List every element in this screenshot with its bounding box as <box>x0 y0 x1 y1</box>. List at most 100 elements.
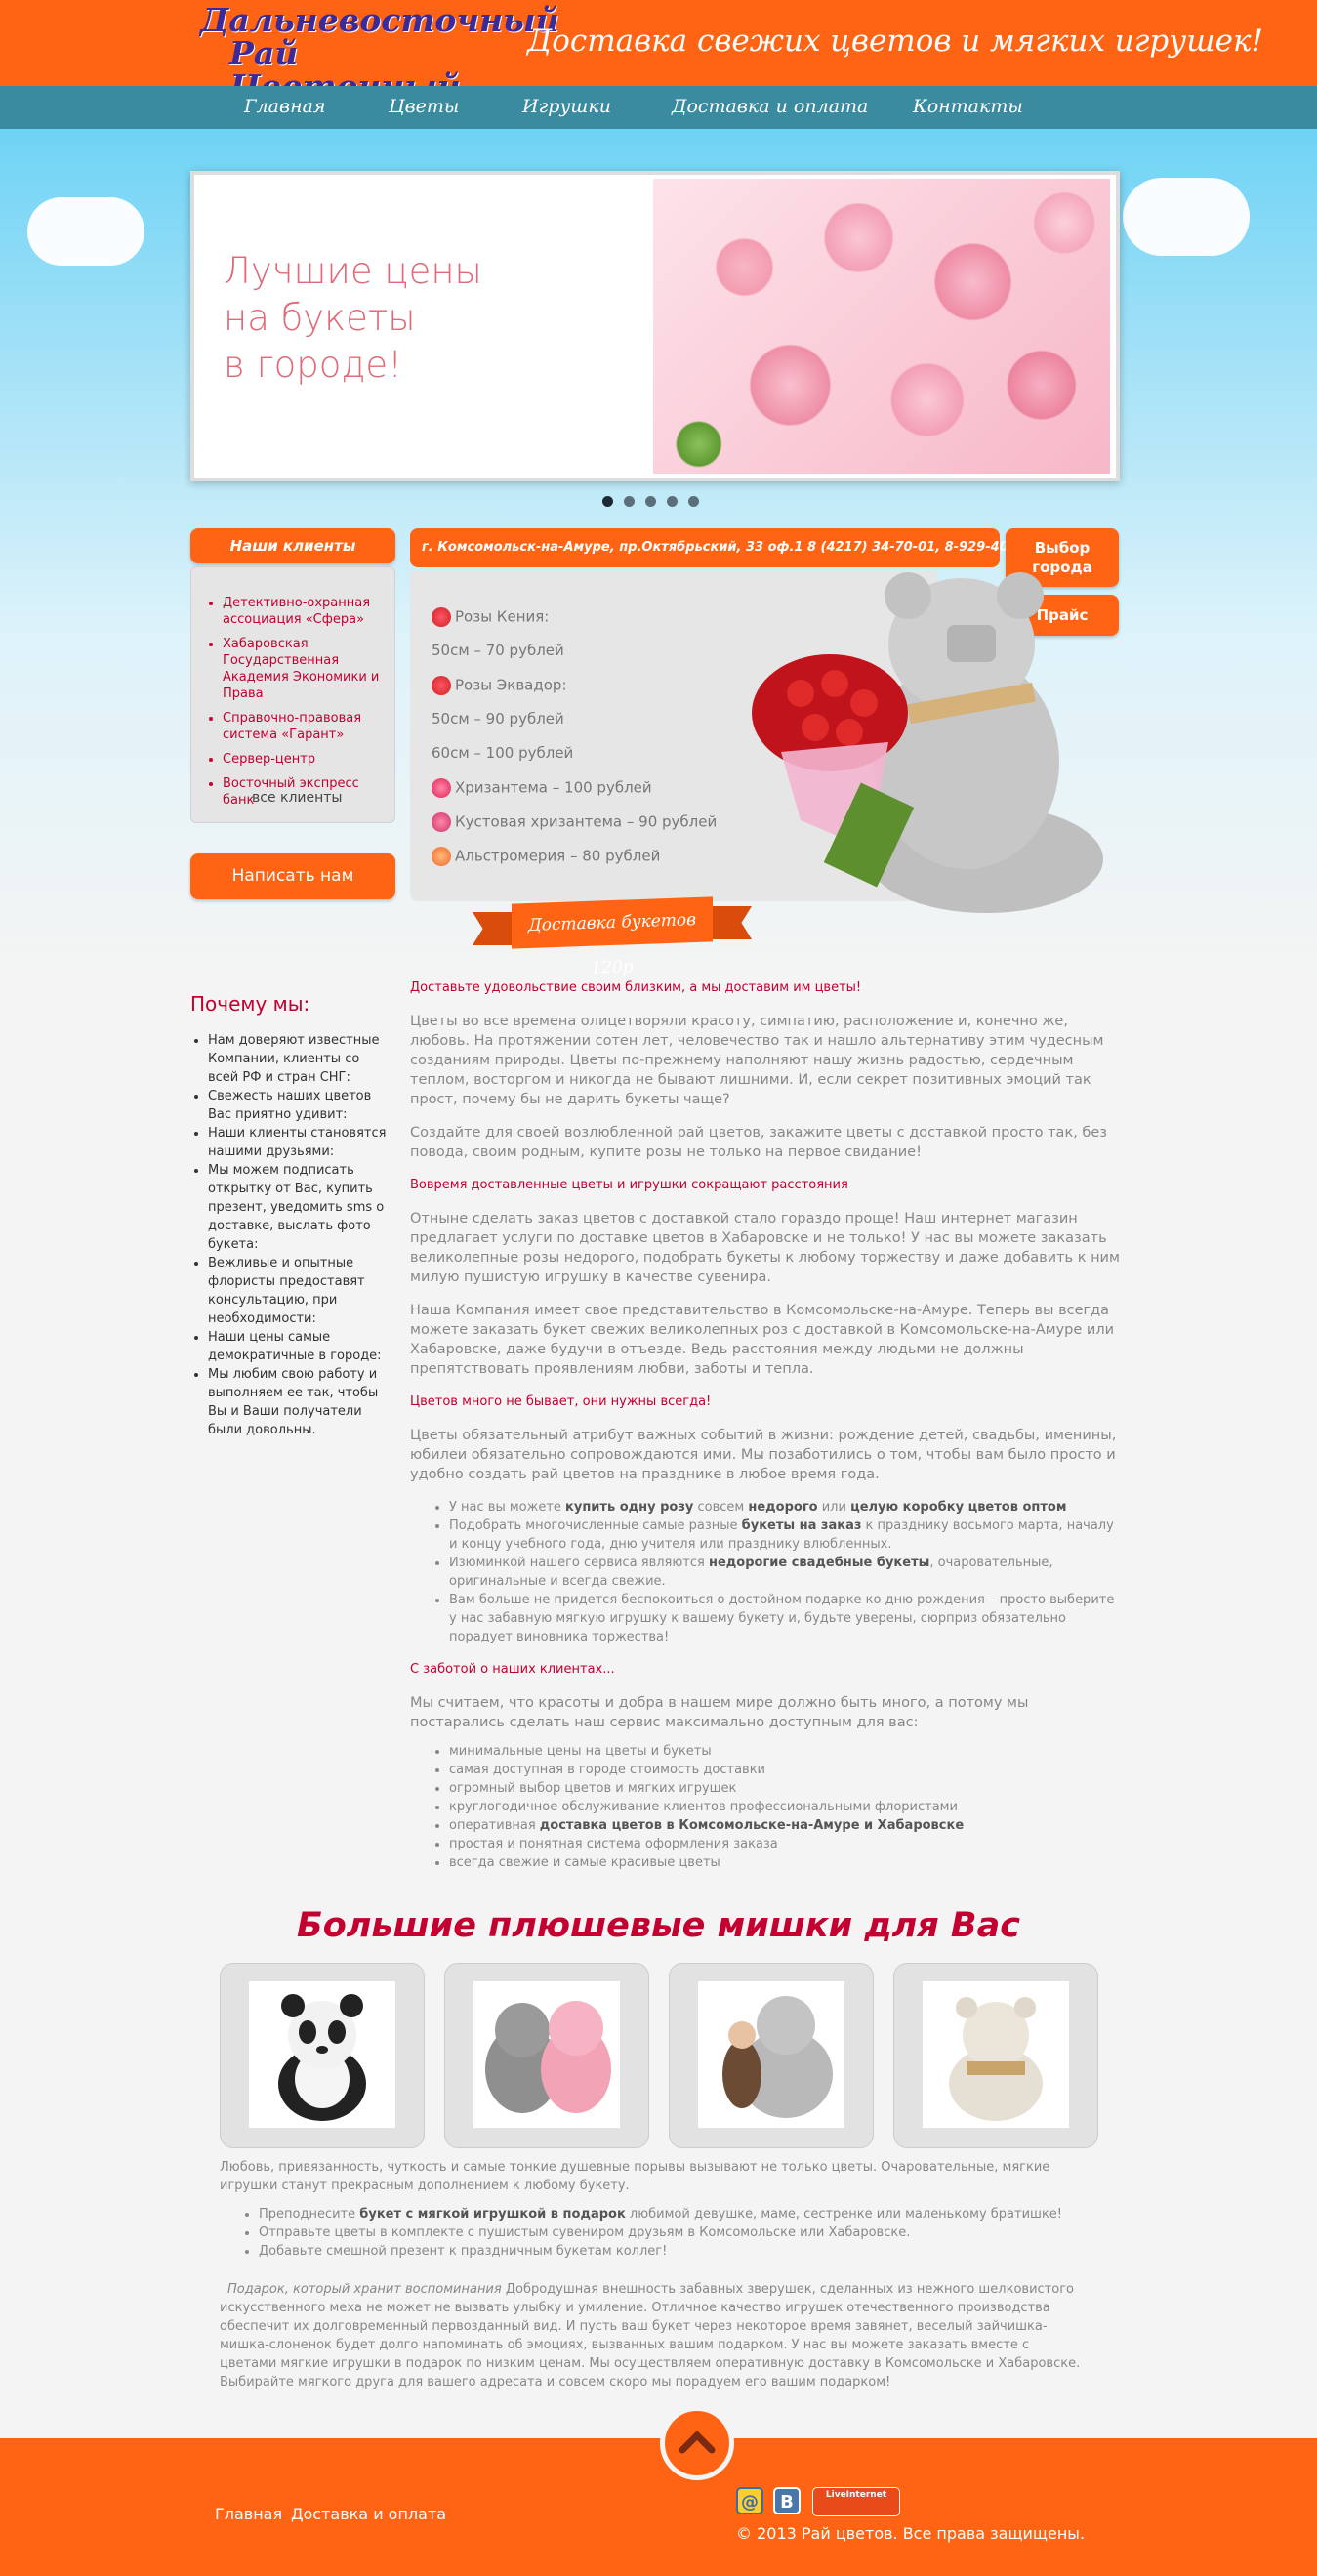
footer-link-delivery[interactable]: Доставка и оплата <box>291 2505 446 2523</box>
list-item: Свежесть наших цветов Вас приятно удивит… <box>208 1087 391 1124</box>
mail-ru-icon[interactable]: @ <box>736 2487 763 2514</box>
bear-with-child-image <box>698 1981 844 2128</box>
slider-dot[interactable] <box>602 496 613 507</box>
paragraph: Создайте для своей возлюбленной рай цвет… <box>410 1125 1107 1160</box>
list-item: Мы любим свою работу и выполняем ее так,… <box>208 1365 391 1439</box>
clients-title: Наши клиенты <box>190 528 395 563</box>
section-heading: С заботой о наших клиентах... <box>410 1662 615 1677</box>
price-row: 60см – 100 рублей <box>432 744 574 762</box>
main-nav: Главная Цветы Игрушки Доставка и оплата … <box>0 86 1317 129</box>
paragraph: Отныне сделать заказ цветов с доставкой … <box>410 1211 1120 1285</box>
all-clients-link[interactable]: все клиенты <box>252 790 343 806</box>
delivery-ribbon: Доставка букетов 120р <box>473 896 752 978</box>
clients-box: Детективно-охранная ассоциация «Сфера» Х… <box>190 566 395 823</box>
slider-dot[interactable] <box>645 496 656 507</box>
paragraph: Цветы обязательный атрибут важных событи… <box>410 1428 1117 1482</box>
list-item: Подобрать многочисленные самые разные бу… <box>449 1517 1123 1554</box>
list-item: оперативная доставка цветов в Комсомольс… <box>449 1816 1123 1835</box>
price-row: Альстромерия – 80 рублей <box>432 847 660 866</box>
rose-icon <box>432 607 451 627</box>
bears-title: Большие плюшевые мишки для Вас <box>297 1906 1020 1945</box>
client-link[interactable]: Сервер-центр <box>223 751 394 768</box>
client-link[interactable]: Справочно-правовая система «Гарант» <box>223 710 394 743</box>
price-row: 50см – 90 рублей <box>432 710 564 727</box>
teddy-bear-image <box>752 572 1103 913</box>
slider-caption: Лучшие цены на букеты в городе! <box>224 250 482 386</box>
toy-card-bear-with-child[interactable] <box>669 1963 874 2148</box>
client-link[interactable]: Хабаровская Государственная Академия Эко… <box>223 636 394 702</box>
list-item: Изюминкой нашего сервиса являются недоро… <box>449 1554 1123 1591</box>
chevron-up-icon <box>679 2431 716 2454</box>
nav-flowers[interactable]: Цветы <box>389 96 459 117</box>
chrysanthemum-icon <box>432 778 451 798</box>
list-item: самая доступная в городе стоимость доста… <box>449 1761 1123 1779</box>
nav-toys[interactable]: Игрушки <box>522 96 611 117</box>
liveinternet-counter[interactable]: LiveInternet <box>812 2487 900 2516</box>
price-row: Кустовая хризантема – 90 рублей <box>432 812 717 832</box>
paragraph: Мы считаем, что красоты и добра в нашем … <box>410 1695 1029 1730</box>
service-list: минимальные цены на цветы и букеты самая… <box>410 1742 1123 1872</box>
list-item: У нас вы можете купить одну розу совсем … <box>449 1498 1123 1517</box>
alstroemeria-icon <box>432 847 451 866</box>
slider-dot[interactable] <box>624 496 635 507</box>
paragraph: Любовь, привязанность, чуткость и самые … <box>220 2160 1050 2193</box>
list-item: всегда свежие и самые красивые цветы <box>449 1853 1123 1872</box>
list-item: Мы можем подписать открытку от Вас, купи… <box>208 1161 391 1254</box>
section-heading: Вовремя доставленные цветы и игрушки сок… <box>410 1178 848 1192</box>
list-item: минимальные цены на цветы и букеты <box>449 1742 1123 1761</box>
paragraph: Цветы во все времена олицетворяли красот… <box>410 1014 1104 1107</box>
ribbon-label: Доставка букетов 120р <box>512 896 713 978</box>
list-item: Нам доверяют известные Компании, клиенты… <box>208 1031 391 1087</box>
list-item: огромный выбор цветов и мягких игрушек <box>449 1779 1123 1798</box>
gift-list: Преподнесите букет с мягкой игрушкой в п… <box>220 2205 1089 2261</box>
site-logo[interactable]: Дальневосточный Рай Цветочный <box>200 1 559 104</box>
footer-link-home[interactable]: Главная <box>215 2505 282 2523</box>
benefits-list: У нас вы можете купить одну розу совсем … <box>410 1498 1123 1646</box>
section-heading: Цветов много не бывает, они нужны всегда… <box>410 1394 712 1409</box>
header: Дальневосточный Рай Цветочный Доставка с… <box>0 0 1317 104</box>
scroll-top-button[interactable] <box>660 2406 734 2480</box>
list-item: Добавьте смешной презент к праздничным б… <box>259 2242 1089 2261</box>
paragraph: Подарок, который хранит воспоминания Доб… <box>220 2282 1081 2389</box>
list-item: круглогодичное обслуживание клиентов про… <box>449 1798 1123 1816</box>
main-article: Доставьте удовольствие своим близким, а … <box>410 978 1123 1886</box>
toy-card-elephants[interactable] <box>444 1963 649 2148</box>
hero-slider[interactable]: Лучшие цены на букеты в городе! <box>190 171 1120 481</box>
slider-dot[interactable] <box>667 496 678 507</box>
list-item: простая и понятная система оформления за… <box>449 1835 1123 1853</box>
toy-card-panda[interactable] <box>220 1963 425 2148</box>
price-row: Хризантема – 100 рублей <box>432 778 652 798</box>
price-row: Розы Эквадор: <box>432 676 567 695</box>
chrysanthemum-icon <box>432 812 451 832</box>
why-us-title: Почему мы: <box>190 992 310 1016</box>
header-slogan: Доставка свежих цветов и мягких игрушек! <box>527 23 1263 59</box>
cloud-left <box>27 197 144 266</box>
elephants-image <box>473 1981 620 2128</box>
panda-image <box>249 1981 395 2128</box>
footer: Главная Доставка и оплата @ В LiveIntern… <box>0 2438 1317 2576</box>
slider-dots <box>602 492 710 511</box>
price-row: Розы Кения: <box>432 607 549 627</box>
vk-icon[interactable]: В <box>773 2487 801 2514</box>
rose-icon <box>432 676 451 695</box>
roses-image <box>653 179 1110 474</box>
list-item: Наши цены самые демократичные в городе: <box>208 1328 391 1365</box>
slider-dot[interactable] <box>688 496 699 507</box>
copyright: © 2013 Рай цветов. Все права защищены. <box>736 2524 1086 2543</box>
cloud-right <box>1123 178 1250 256</box>
nav-delivery[interactable]: Доставка и оплата <box>672 96 868 117</box>
white-bear-image <box>923 1981 1069 2128</box>
list-item: Вежливые и опытные флористы предоставят … <box>208 1254 391 1328</box>
toy-card-white-bear[interactable] <box>893 1963 1098 2148</box>
bottom-text: Любовь, привязанность, чуткость и самые … <box>220 2158 1089 2391</box>
nav-home[interactable]: Главная <box>244 96 326 117</box>
nav-contacts[interactable]: Контакты <box>913 96 1023 117</box>
logo-line1: Дальневосточный <box>200 1 559 39</box>
client-link[interactable]: Детективно-охранная ассоциация «Сфера» <box>223 595 394 628</box>
list-item: Преподнесите букет с мягкой игрушкой в п… <box>259 2205 1089 2223</box>
why-us-list: Нам доверяют известные Компании, клиенты… <box>190 1031 391 1439</box>
write-us-button[interactable]: Написать нам <box>190 853 395 899</box>
contact-address: г. Комсомольск-на-Амуре, пр.Октябрьский,… <box>410 528 1063 567</box>
paragraph: Наша Компания имеет свое представительст… <box>410 1303 1115 1377</box>
list-item: Отправьте цветы в комплекте с пушистым с… <box>259 2223 1089 2242</box>
